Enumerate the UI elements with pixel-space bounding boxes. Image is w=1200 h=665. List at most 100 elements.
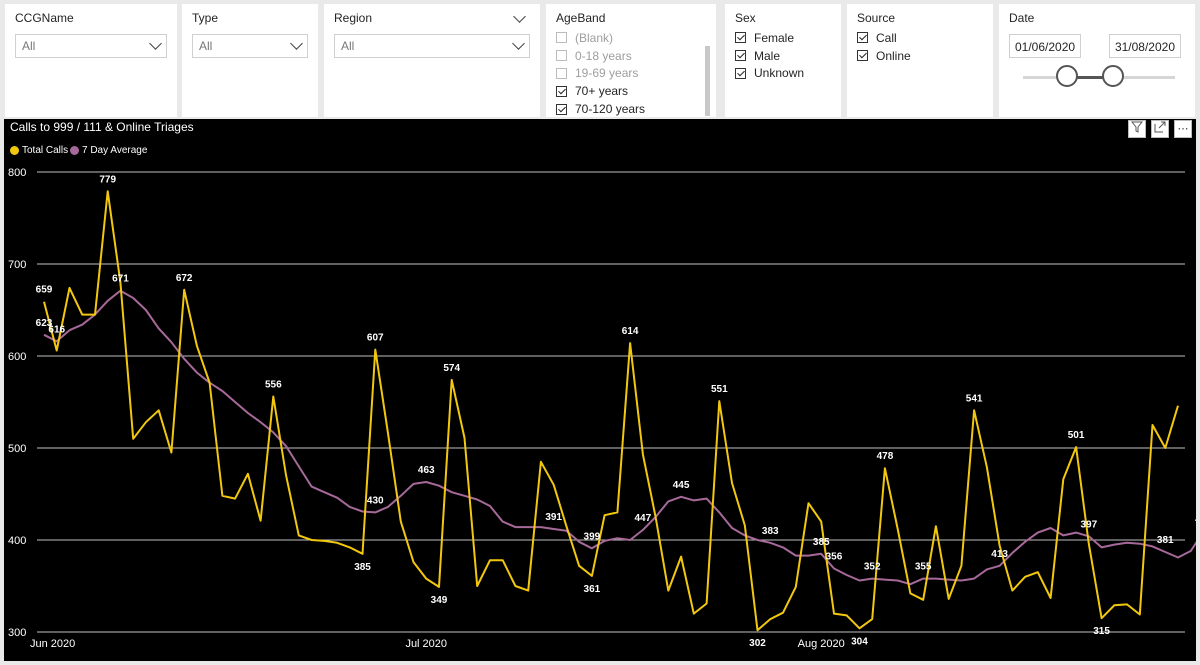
checkbox-checked-icon[interactable] [857,50,868,62]
data-label: 671 [112,274,129,285]
data-label: 551 [711,384,728,395]
data-label: 391 [545,512,562,523]
data-label: 478 [877,451,894,462]
source-option-label: Online [876,48,911,63]
source-option[interactable]: Online [857,47,983,65]
sex-option[interactable]: Female [735,29,831,47]
date-range-inputs: 01/06/2020 31/08/2020 [1009,34,1185,58]
source-slicer-title: Source [857,11,896,25]
data-label: 302 [749,638,766,649]
region-dropdown-value: All [341,39,355,53]
ageband-option-label: 70-120 years [575,102,646,117]
ccgname-slicer: CCGName All [5,4,177,117]
checkbox-unchecked-icon[interactable] [556,50,567,62]
chevron-down-icon[interactable] [513,10,526,23]
x-tick-label: Jun 2020 [30,638,75,650]
data-label: 672 [176,273,193,284]
sex-list: Female Male Unknown [735,29,831,82]
sex-option[interactable]: Male [735,47,831,65]
data-label: 413 [991,549,1008,560]
start-date-input[interactable]: 01/06/2020 [1009,34,1082,58]
checkbox-checked-icon[interactable] [556,85,567,97]
checkbox-unchecked-icon[interactable] [556,32,567,44]
data-label: 607 [367,333,384,344]
data-label: 352 [864,562,881,573]
data-label: 447 [635,513,652,524]
source-list: Call Online [857,29,983,65]
data-label: 383 [762,526,779,537]
data-label: 315 [1093,626,1110,637]
end-date-input[interactable]: 31/08/2020 [1108,34,1181,58]
date-slider-start-handle[interactable] [1056,65,1078,87]
sex-option-label: Unknown [754,66,805,81]
ageband-option-label: 19-69 years [575,66,639,81]
region-dropdown[interactable]: All [334,34,530,58]
region-slicer-title-text: Region [334,11,373,25]
data-label: 463 [418,465,435,476]
date-slider-end-handle[interactable] [1102,65,1124,87]
ageband-option[interactable]: 70+ years [556,82,706,100]
y-tick-label: 400 [8,535,26,547]
sex-option-label: Female [754,30,795,45]
source-option-label: Call [876,30,897,45]
ageband-slicer: AgeBand (Blank) 0-18 years 19-69 years 70+ … [546,4,716,117]
ageband-scrollbar[interactable] [705,46,710,116]
y-tick-label: 600 [8,351,26,363]
data-label: 385 [813,537,830,548]
date-slicer-title: Date [1009,11,1035,25]
data-label: 614 [622,326,639,337]
sex-option-label: Male [754,48,781,63]
data-label: 541 [966,393,983,404]
source-option[interactable]: Call [857,29,983,47]
chevron-down-icon [149,37,162,50]
ageband-option[interactable]: 19-69 years [556,65,706,83]
type-dropdown[interactable]: All [192,34,308,58]
sex-slicer-title: Sex [735,11,756,25]
chevron-down-icon [290,37,303,50]
y-tick-label: 500 [8,443,26,455]
checkbox-checked-icon[interactable] [857,32,868,44]
y-tick-label: 300 [8,627,26,639]
ageband-list: (Blank) 0-18 years 19-69 years 70+ years 70-… [556,29,706,118]
data-label: 445 [673,480,690,491]
checkbox-checked-icon[interactable] [735,67,746,79]
checkbox-checked-icon[interactable] [735,50,746,62]
ageband-option[interactable]: 70-120 years [556,100,706,118]
data-label: 397 [1080,519,1097,530]
data-label: 779 [99,174,116,185]
checkbox-checked-icon[interactable] [556,103,567,115]
ccgname-dropdown[interactable]: All [15,34,167,58]
x-tick-label: Jul 2020 [405,638,447,650]
ccgname-dropdown-value: All [22,39,36,53]
ageband-option[interactable]: (Blank) [556,29,706,47]
data-label: 361 [584,584,601,595]
data-label: 385 [354,562,371,573]
y-tick-label: 700 [8,259,26,271]
sex-slicer: Sex Female Male Unknown [725,4,841,117]
data-label: 501 [1068,430,1085,441]
checkbox-unchecked-icon[interactable] [556,67,567,79]
total-calls-line [43,190,1179,632]
region-slicer-title: Region [334,10,530,26]
type-dropdown-value: All [199,39,213,53]
chart-plot-area: 300 400 500 600 700 800 Jun 2020 Jul 2020 Aug 20… [8,119,1196,650]
ageband-option-label: 70+ years [575,84,629,99]
ageband-option[interactable]: 0-18 years [556,47,706,65]
source-slicer: Source Call Online [847,4,993,117]
ageband-option-label: (Blank) [575,30,614,45]
data-label: 659 [36,285,53,296]
date-slicer: Date 01/06/2020 31/08/2020 [999,4,1195,117]
y-tick-label: 800 [8,167,26,179]
region-slicer: Region All [324,4,540,117]
data-label: 556 [265,379,282,390]
data-label: 349 [431,595,448,606]
data-label: 304 [851,636,868,647]
type-slicer-title: Type [192,11,219,25]
ageband-option-label: 0-18 years [575,48,632,63]
data-label: 381 [1157,535,1174,546]
ageband-slicer-title: AgeBand [556,11,606,25]
checkbox-checked-icon[interactable] [735,32,746,44]
x-tick-label: Aug 2020 [798,638,845,650]
data-label: 356 [826,552,843,563]
sex-option[interactable]: Unknown [735,65,831,83]
